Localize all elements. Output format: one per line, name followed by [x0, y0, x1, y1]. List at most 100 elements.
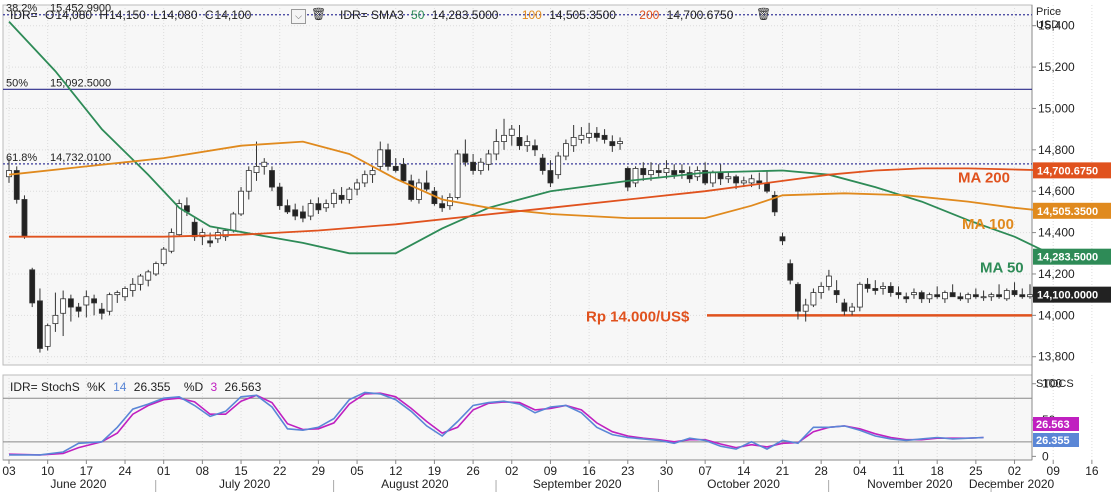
candle-body — [122, 288, 128, 298]
candle-body — [91, 298, 97, 304]
candle-body — [532, 145, 538, 151]
candle-body — [725, 176, 732, 180]
candle-body — [269, 170, 275, 188]
open-label: O — [45, 8, 55, 22]
sma-200-value: 14,700.6750 — [666, 8, 734, 22]
candle-body — [462, 153, 469, 163]
price-y-tick-label: 15,200 — [1038, 60, 1075, 74]
candle-body — [129, 283, 136, 291]
candle-body — [601, 134, 608, 140]
x-tick-label: 05 — [350, 464, 364, 478]
candle-body — [841, 302, 848, 312]
candle-body — [547, 170, 554, 184]
x-tick-label: 01 — [157, 464, 171, 478]
fib-level-value: 14,732.0100 — [50, 152, 111, 164]
candle-body — [439, 203, 446, 209]
candle-body — [400, 163, 407, 182]
fib-level-value: 15,092.5000 — [50, 77, 111, 89]
stoch-y-tick-label: 0 — [1042, 449, 1049, 463]
candle-body — [539, 157, 546, 171]
low-label: L — [153, 8, 160, 22]
price-tag-value: 14,505.3500 — [1037, 206, 1098, 218]
x-tick-label: 02 — [505, 464, 519, 478]
candle-body — [887, 285, 894, 293]
candle-body — [709, 172, 716, 184]
candle-body — [996, 294, 1002, 298]
candle-body — [292, 209, 299, 217]
candle-body — [137, 275, 144, 285]
price-y-tick-label: 13,800 — [1038, 350, 1075, 364]
candle-body — [106, 294, 113, 312]
high-label: H — [99, 8, 109, 22]
stoch-k-label: %K — [87, 380, 106, 394]
x-tick-label: 09 — [1047, 464, 1061, 478]
candle-body — [1019, 294, 1026, 298]
x-tick-label: 28 — [814, 464, 828, 478]
candle-body — [872, 288, 879, 291]
candle-body — [67, 298, 74, 308]
trash-icon[interactable]: 🗑 — [311, 7, 326, 21]
stoch-label: IDR= StochS — [10, 380, 80, 394]
month-label: June 2020 — [50, 477, 106, 491]
annotation-ma-50: MA 50 — [980, 260, 1024, 277]
month-label: August 2020 — [381, 477, 449, 491]
candle-body — [454, 153, 461, 198]
candle-body — [516, 137, 523, 147]
candle-body — [748, 178, 755, 184]
trash-icon[interactable]: 🗑 — [756, 7, 771, 21]
x-tick-label: 25 — [969, 464, 983, 478]
candle-body — [880, 285, 886, 289]
month-label: October 2020 — [707, 477, 780, 491]
candle-body — [733, 176, 739, 184]
candle-body — [307, 203, 314, 217]
price-symbol: IDR= — [10, 8, 38, 22]
candle-body — [408, 180, 415, 200]
candle-body — [83, 296, 90, 306]
x-tick-label: 29 — [312, 464, 326, 478]
x-tick-label: 26 — [466, 464, 480, 478]
candle-body — [972, 294, 979, 298]
chart-canvas[interactable]: 13,800 14,000 14,200 14,400 14,600 14,800 15,0… — [0, 0, 1115, 492]
price-y-tick-label: 14,600 — [1038, 184, 1075, 198]
close-value: 14,100 — [214, 8, 252, 22]
sma-50-period: 50 — [411, 8, 425, 22]
candle-body — [168, 232, 175, 252]
candle-body — [75, 306, 82, 312]
candle-body — [679, 170, 685, 173]
candle-body — [617, 141, 623, 145]
candle-body — [276, 186, 283, 207]
candle-body — [423, 182, 430, 190]
candle-body — [856, 283, 863, 308]
fib-level-label: 61.8% — [6, 152, 37, 164]
x-tick-label: 09 — [544, 464, 558, 478]
price-tag-value: 14,100.0000 — [1037, 290, 1098, 302]
high-value: 14,150 — [109, 8, 146, 22]
candle-body — [392, 165, 399, 171]
candle-body — [153, 263, 159, 275]
x-tick-label: 18 — [931, 464, 945, 478]
candle-body — [717, 172, 724, 180]
candle-body — [810, 292, 817, 306]
x-tick-label: 10 — [41, 464, 55, 478]
candle-body — [624, 168, 631, 188]
x-tick-label: 16 — [1085, 464, 1099, 478]
x-tick-label: 02 — [1008, 464, 1022, 478]
candle-body — [640, 168, 647, 176]
chevron-down-icon[interactable]: ⌵ — [291, 9, 306, 24]
candle-body — [21, 199, 28, 238]
price-ohlc-header: IDR= O14,080 H14,150 L14,080 C14,100 — [10, 8, 255, 22]
sma-50-value: 14,283.5000 — [431, 8, 499, 22]
candle-body — [98, 308, 105, 314]
x-tick-label: 03 — [2, 464, 16, 478]
low-value: 14,080 — [160, 8, 198, 22]
candle-body — [284, 205, 291, 213]
candle-body — [52, 314, 59, 325]
sma-100-value: 14,505.3500 — [549, 8, 616, 22]
candle-body — [338, 194, 345, 200]
candle-body — [903, 296, 910, 300]
price-axis-title: Price — [1036, 6, 1061, 18]
candle-body — [60, 298, 67, 314]
candle-body — [740, 180, 747, 184]
candle-body — [477, 161, 484, 171]
candle-body — [957, 296, 964, 300]
